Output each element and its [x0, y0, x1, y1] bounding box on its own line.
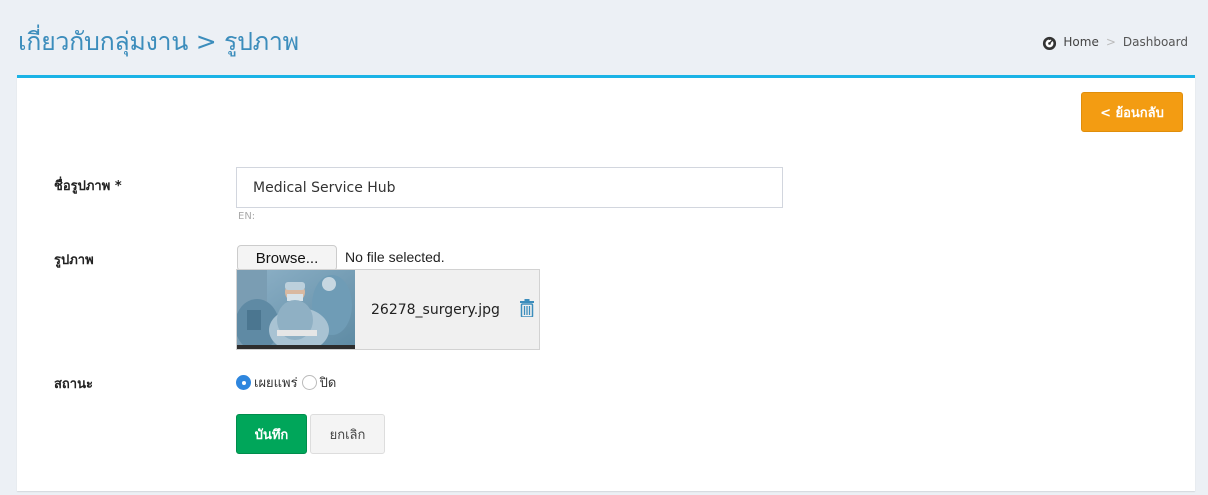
image-label: รูปภาพ	[54, 253, 94, 268]
breadcrumb-separator: >	[1105, 35, 1116, 49]
status-option-label: ปิด	[319, 376, 337, 391]
trash-icon[interactable]	[520, 299, 534, 317]
status-option-closed[interactable]: ปิด	[301, 372, 337, 393]
cancel-button[interactable]: ยกเลิก	[310, 414, 385, 454]
status-option-published[interactable]: เผยแพร่	[236, 372, 298, 393]
breadcrumb-current: Dashboard	[1122, 35, 1188, 49]
image-name-label: ชื่อรูปภาพ *	[54, 179, 122, 194]
status-radio-group: เผยแพร่ ปิด	[236, 372, 340, 393]
browse-button[interactable]: Browse...	[237, 245, 337, 271]
file-status: No file selected.	[345, 249, 445, 265]
radio-unchecked-icon[interactable]	[301, 375, 317, 390]
status-option-label: เผยแพร่	[254, 376, 298, 391]
image-thumbnail	[237, 270, 355, 349]
language-hint: EN:	[238, 211, 256, 222]
image-name-input[interactable]	[236, 167, 783, 208]
status-label: สถานะ	[54, 377, 93, 392]
back-button[interactable]: < ย้อนกลับ	[1081, 92, 1183, 132]
radio-checked-icon[interactable]	[236, 375, 251, 390]
dashboard-icon	[1043, 36, 1057, 50]
page-title: เกี่ยวกับกลุ่มงาน > รูปภาพ	[18, 27, 299, 56]
current-file-card: 26278_surgery.jpg	[236, 269, 540, 350]
form-box: < ย้อนกลับ ชื่อรูปภาพ * EN: รูปภาพ Brows…	[17, 75, 1195, 491]
save-button[interactable]: บันทึก	[236, 414, 307, 454]
breadcrumb-home-link[interactable]: Home	[1063, 35, 1098, 49]
page-header: เกี่ยวกับกลุ่มงาน > รูปภาพ Home > Dashbo…	[8, 10, 1198, 74]
breadcrumb: Home > Dashboard	[1042, 35, 1188, 50]
current-file-name: 26278_surgery.jpg	[371, 302, 500, 318]
